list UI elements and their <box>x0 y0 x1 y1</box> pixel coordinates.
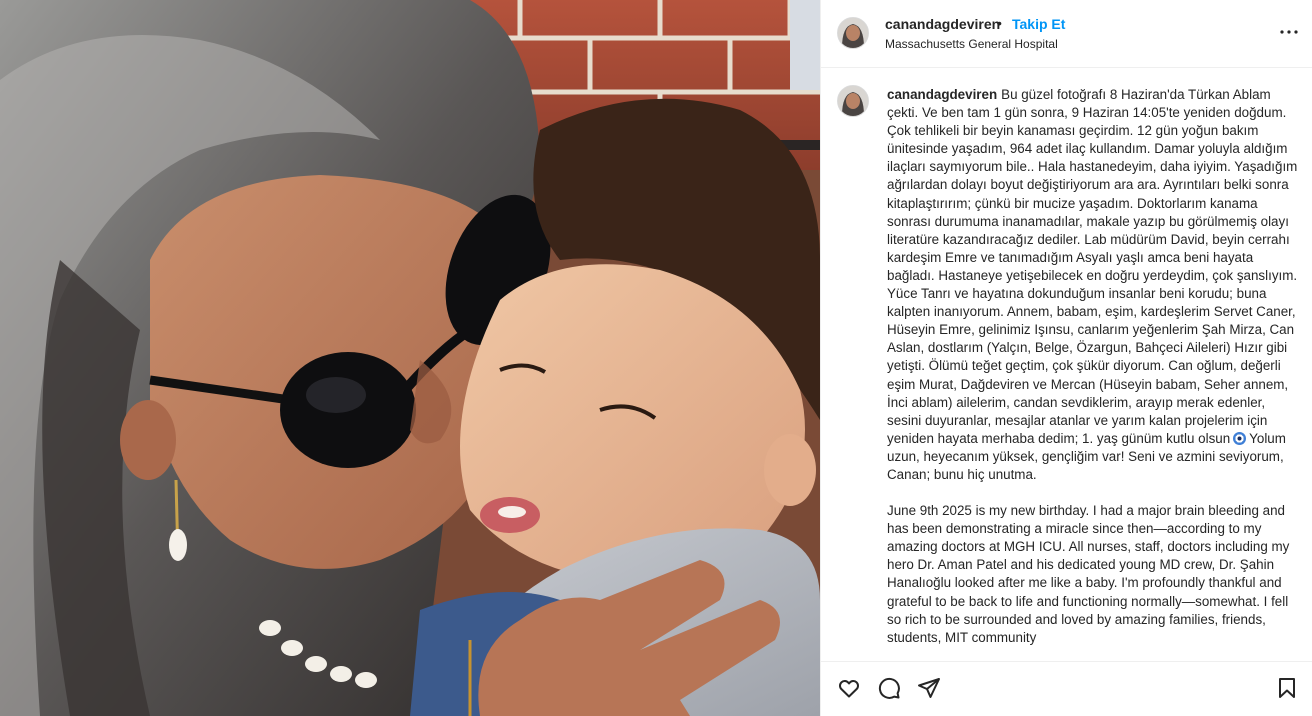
post-photo[interactable] <box>0 0 820 716</box>
share-icon <box>918 678 940 698</box>
caption-paragraph-english: June 9th 2025 is my new birthday. I had … <box>887 503 1290 645</box>
caption-section: canandagdeviren Bu güzel fotoğrafı 8 Hazi… <box>821 69 1312 661</box>
comment-icon <box>878 677 900 699</box>
avatar-image <box>838 86 868 116</box>
caption-paragraph-turkish: canandagdeviren Bu güzel fotoğrafı 8 Hazi… <box>887 86 1299 484</box>
avatar[interactable] <box>837 17 869 49</box>
post-author-username[interactable]: canandagdeviren <box>885 16 1000 32</box>
header-separator: • <box>997 15 1002 31</box>
caption-turkish-part1: Bu güzel fotoğrafı 8 Haziran'da Türkan A… <box>887 87 1298 446</box>
post-actions-bar <box>821 661 1312 716</box>
instagram-post: canandagdeviren • Takip Et Massachusetts… <box>0 0 1312 716</box>
save-button[interactable] <box>1275 676 1299 700</box>
caption-avatar[interactable] <box>837 85 869 117</box>
like-button[interactable] <box>837 676 861 700</box>
caption-username[interactable]: canandagdeviren <box>887 87 997 102</box>
post-photo-illustration <box>0 0 820 716</box>
comment-button[interactable] <box>877 676 901 700</box>
post-header: canandagdeviren • Takip Et Massachusetts… <box>821 0 1312 68</box>
nazar-eye-emoji-icon <box>1233 431 1247 445</box>
share-button[interactable] <box>917 676 941 700</box>
more-horizontal-icon <box>1280 30 1298 34</box>
post-side-panel: canandagdeviren • Takip Et Massachusetts… <box>820 0 1312 716</box>
heart-icon <box>839 680 859 698</box>
more-options-icon[interactable] <box>1277 20 1301 44</box>
bookmark-icon <box>1279 678 1295 698</box>
caption-text: canandagdeviren Bu güzel fotoğrafı 8 Hazi… <box>887 86 1299 661</box>
post-location[interactable]: Massachusetts General Hospital <box>885 37 1058 51</box>
avatar-image <box>838 18 868 48</box>
follow-button[interactable]: Takip Et <box>1012 16 1065 32</box>
